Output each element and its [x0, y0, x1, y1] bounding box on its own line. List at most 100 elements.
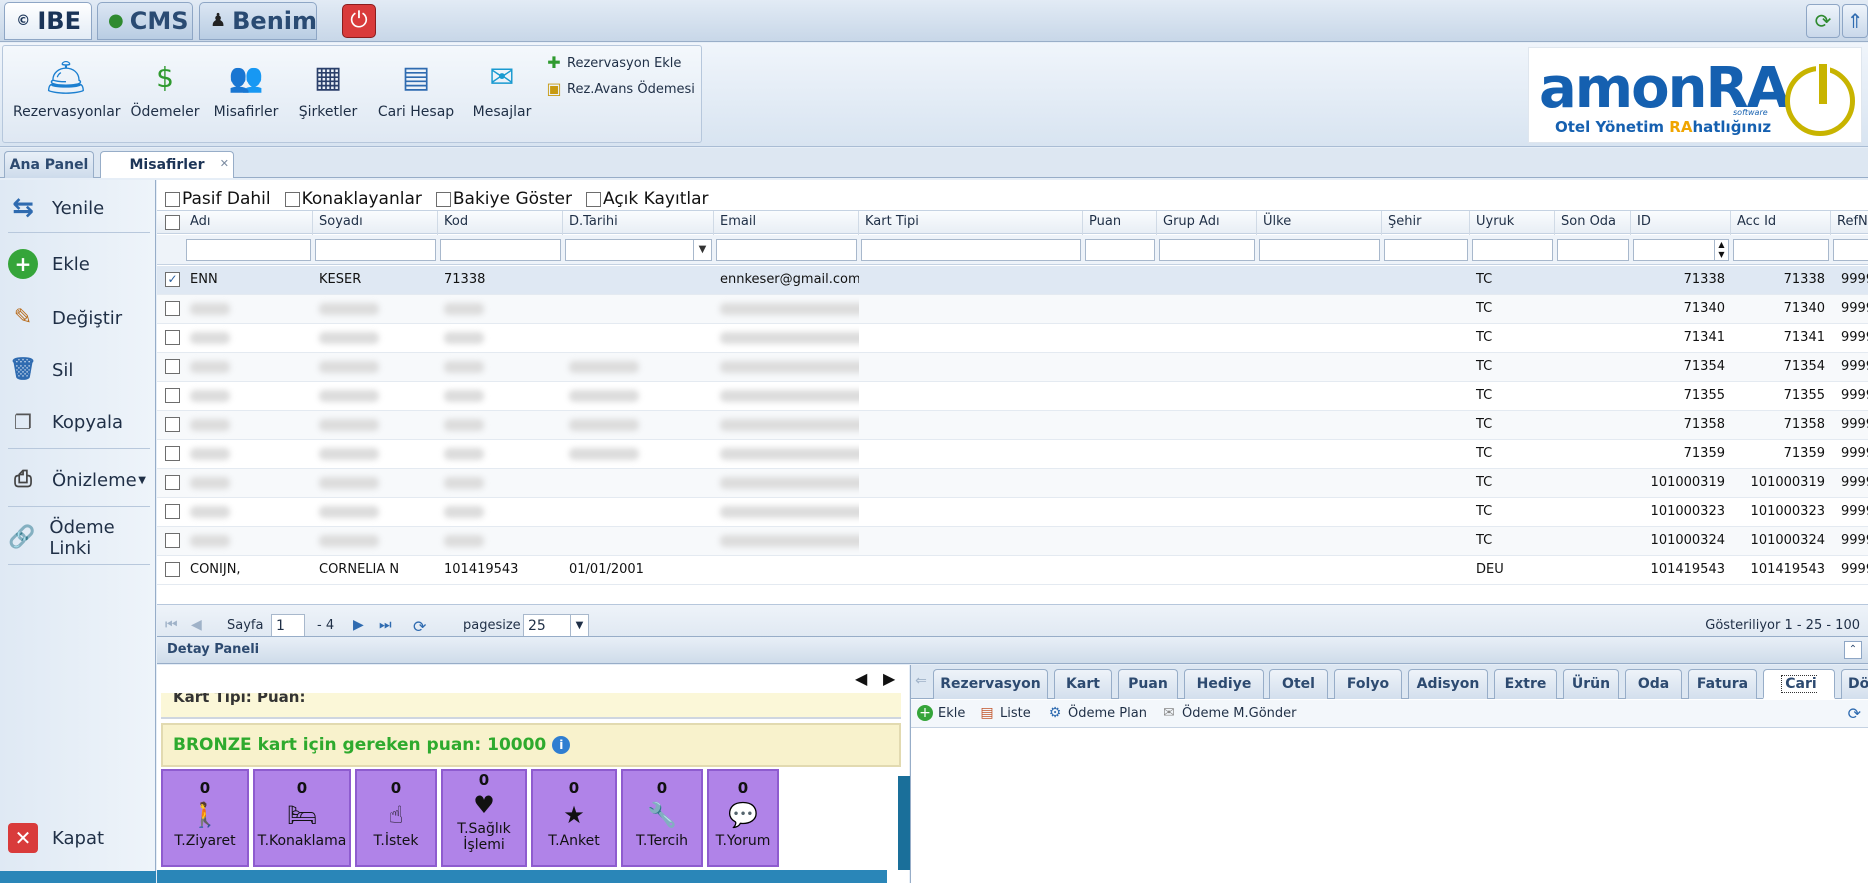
column-filter-input[interactable]: ▲▼: [1833, 239, 1868, 261]
liste-tool-button[interactable]: ▤ Liste: [979, 705, 1030, 721]
column-header[interactable]: Soyadı: [313, 211, 438, 235]
row-checkbox[interactable]: ✓: [165, 272, 180, 287]
refresh-icon[interactable]: ⟳: [1848, 704, 1861, 723]
tab-ana-panel[interactable]: Ana Panel: [4, 151, 94, 178]
detail-tab[interactable]: Folyo: [1334, 669, 1402, 699]
row-checkbox[interactable]: [165, 330, 180, 345]
row-checkbox[interactable]: [165, 533, 180, 548]
detail-tab[interactable]: Kart: [1054, 669, 1112, 699]
sirketler-button[interactable]: ▦ Şirketler: [293, 56, 363, 120]
stat-tile[interactable]: 0 ☝ T.İstek: [355, 769, 437, 867]
degistir-button[interactable]: ✎ Değiştir: [8, 298, 152, 338]
detail-tab[interactable]: Cari Hesap: [1763, 669, 1835, 721]
filter-pasif-dahil[interactable]: Pasif Dahil: [165, 189, 271, 209]
chevron-down-icon[interactable]: ▼: [693, 240, 711, 260]
column-filter-input[interactable]: [861, 239, 1081, 261]
spinner-icon[interactable]: ▲ ▼: [1714, 240, 1728, 260]
column-header[interactable]: Kod: [438, 211, 563, 235]
filter-bakiye-goster[interactable]: Bakiye Göster: [435, 189, 572, 209]
next-page-icon[interactable]: ▶: [353, 617, 364, 633]
table-row[interactable]: TC 71358 71358 99998: [157, 411, 1868, 440]
checkbox[interactable]: [586, 191, 601, 207]
detail-tab[interactable]: Adisyon: [1408, 669, 1488, 699]
odemeler-button[interactable]: $ Ödemeler: [127, 56, 203, 120]
column-filter-input[interactable]: [1159, 239, 1255, 261]
rezervasyon-ekle-button[interactable]: ✚ Rezervasyon Ekle: [545, 54, 681, 72]
odeme-plan-tool-button[interactable]: ⚙ Ödeme Plan: [1047, 705, 1147, 721]
stat-tile[interactable]: 0 ★ T.Anket: [531, 769, 617, 867]
collapse-up-icon[interactable]: ⇑: [1842, 4, 1868, 38]
filter-konaklayanlar[interactable]: Konaklayanlar: [284, 189, 422, 209]
table-row[interactable]: TC 101000319 101000319 99998: [157, 469, 1868, 498]
table-row[interactable]: TC 71354 71354 99998: [157, 353, 1868, 382]
row-checkbox[interactable]: [165, 475, 180, 490]
last-page-icon[interactable]: ⏭: [379, 617, 392, 633]
kopyala-button[interactable]: ❐ Kopyala: [8, 402, 152, 442]
ekle-tool-button[interactable]: + Ekle: [917, 705, 965, 721]
onizleme-button[interactable]: ⎙ Önizleme ▼: [8, 460, 152, 500]
info-icon[interactable]: i: [552, 736, 571, 754]
column-header[interactable]: RefNo: [1831, 211, 1868, 235]
column-header[interactable]: Email: [714, 211, 859, 235]
checkbox[interactable]: [284, 191, 300, 207]
column-header[interactable]: Şehir: [1382, 211, 1470, 235]
top-tab-ibe[interactable]: © IBE: [4, 2, 92, 40]
column-header[interactable]: Adı: [184, 211, 313, 235]
row-checkbox[interactable]: [165, 417, 180, 432]
power-icon[interactable]: ⏻: [342, 4, 376, 38]
sync-icon[interactable]: ⟳: [1806, 4, 1840, 38]
top-tab-cms[interactable]: ● CMS: [97, 2, 193, 40]
column-header[interactable]: ID: [1631, 211, 1731, 235]
tab-scroll-left-icon[interactable]: ⇐: [913, 673, 929, 691]
rez-avans-odemesi-button[interactable]: ▣ Rez.Avans Ödemesi: [545, 80, 694, 98]
detail-tab[interactable]: Döv: [1841, 669, 1868, 699]
detail-tab[interactable]: Hediye: [1184, 669, 1264, 699]
rezervasyonlar-button[interactable]: 🛎 Rezervasyonlar: [13, 56, 121, 120]
collapse-icon[interactable]: ⌃: [1844, 641, 1862, 659]
cari-hesap-button[interactable]: ▤ Cari Hesap: [373, 56, 459, 120]
row-checkbox[interactable]: [165, 562, 180, 577]
column-filter-input[interactable]: [186, 239, 311, 261]
column-filter-input[interactable]: [1557, 239, 1629, 261]
detail-tab[interactable]: Oda: [1625, 669, 1682, 699]
column-filter-input[interactable]: [1472, 239, 1553, 261]
first-page-icon[interactable]: ⏮: [165, 617, 178, 633]
close-icon[interactable]: ✕: [220, 151, 229, 177]
detail-tab[interactable]: Extre: [1494, 669, 1557, 699]
stat-tile[interactable]: 0 🚶 T.Ziyaret: [161, 769, 249, 867]
column-filter-input[interactable]: [716, 239, 857, 261]
detail-tab[interactable]: Fatura: [1688, 669, 1757, 699]
odeme-linki-button[interactable]: 🔗 Ödeme Linki: [8, 517, 152, 559]
row-checkbox[interactable]: [165, 388, 180, 403]
select-all-checkbox[interactable]: [165, 215, 180, 230]
detail-tab[interactable]: Rezervasyon: [933, 669, 1048, 699]
stat-tile[interactable]: 0 🔧 T.Tercih: [621, 769, 703, 867]
row-checkbox[interactable]: [165, 504, 180, 519]
pagesize-select[interactable]: 25 ▼: [523, 614, 589, 638]
refresh-icon[interactable]: ⟳: [413, 617, 426, 636]
odeme-mgonder-tool-button[interactable]: ✉ Ödeme M.Gönder: [1161, 705, 1296, 721]
column-filter-input[interactable]: [1384, 239, 1468, 261]
column-header[interactable]: Son Oda: [1555, 211, 1631, 235]
mesajlar-button[interactable]: ✉ Mesajlar: [467, 56, 537, 120]
row-checkbox[interactable]: [165, 359, 180, 374]
column-filter-input[interactable]: [1259, 239, 1380, 261]
table-row[interactable]: TC 71340 71340 99998: [157, 295, 1868, 324]
detail-tab[interactable]: Ürün: [1563, 669, 1619, 699]
page-input[interactable]: 1: [271, 614, 305, 638]
stat-tile[interactable]: 0 ♥ T.Sağlık İşlemi: [441, 769, 527, 867]
detail-tab[interactable]: Puan: [1118, 669, 1178, 699]
table-row[interactable]: TC 101000323 101000323 99998: [157, 498, 1868, 527]
detail-tab[interactable]: Otel: [1269, 669, 1328, 699]
column-header[interactable]: Kart Tipi: [859, 211, 1083, 235]
column-header[interactable]: Grup Adı: [1157, 211, 1257, 235]
checkbox[interactable]: [435, 191, 451, 207]
column-filter-input[interactable]: ▲▼: [1633, 239, 1729, 261]
kapat-button[interactable]: ✕ Kapat: [8, 818, 152, 858]
column-header[interactable]: Puan: [1083, 211, 1157, 235]
column-filter-input[interactable]: [1085, 239, 1155, 261]
column-header[interactable]: Uyruk: [1470, 211, 1555, 235]
column-filter-input[interactable]: [440, 239, 561, 261]
filter-acik-kayitlar[interactable]: Açık Kayıtlar: [586, 189, 709, 209]
column-filter-input[interactable]: [1733, 239, 1829, 261]
